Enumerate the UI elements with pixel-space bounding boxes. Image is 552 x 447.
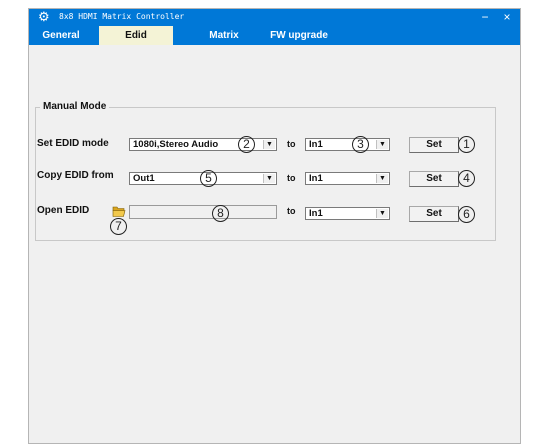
tab-fw-upgrade[interactable]: FW upgrade	[261, 26, 337, 45]
to-label: to	[287, 173, 296, 183]
copy-edid-source-value: Out1	[133, 173, 155, 184]
chevron-down-icon[interactable]: ▼	[263, 140, 275, 149]
edid-file-path-field[interactable]	[129, 205, 277, 219]
set-edid-target-value: In1	[309, 139, 323, 150]
callout-5: 5	[200, 170, 217, 187]
chevron-down-icon[interactable]: ▼	[376, 174, 388, 183]
callout-3: 3	[352, 136, 369, 153]
callout-1: 1	[458, 136, 475, 153]
folder-open-icon[interactable]	[112, 205, 126, 217]
chevron-down-icon[interactable]: ▼	[376, 140, 388, 149]
callout-2: 2	[238, 136, 255, 153]
copy-edid-set-button[interactable]: Set	[409, 171, 459, 187]
callout-4: 4	[458, 170, 475, 187]
open-edid-label: Open EDID	[37, 205, 90, 216]
callout-6: 6	[458, 206, 475, 223]
set-edid-mode-button[interactable]: Set	[409, 137, 459, 153]
copy-edid-target-value: In1	[309, 173, 323, 184]
gear-icon: ⚙	[38, 9, 50, 24]
chevron-down-icon[interactable]: ▼	[263, 174, 275, 183]
tab-bar: General Edid Matrix FW upgrade	[29, 26, 520, 45]
tab-matrix[interactable]: Matrix	[201, 26, 247, 45]
copy-edid-target-select[interactable]: In1 ▼	[305, 172, 390, 185]
to-label: to	[287, 206, 296, 216]
minimize-button[interactable]: −	[475, 9, 495, 26]
open-edid-target-select[interactable]: In1 ▼	[305, 207, 390, 220]
tab-edid[interactable]: Edid	[99, 26, 173, 45]
set-edid-mode-label: Set EDID mode	[37, 138, 109, 149]
window-title: 8x8 HDMI Matrix Controller	[59, 12, 185, 21]
manual-mode-title: Manual Mode	[40, 101, 110, 112]
callout-7: 7	[110, 218, 127, 235]
chevron-down-icon[interactable]: ▼	[376, 209, 388, 218]
close-button[interactable]: ×	[497, 9, 517, 26]
open-edid-target-value: In1	[309, 208, 323, 219]
app-window: ⚙ 8x8 HDMI Matrix Controller − × General…	[28, 8, 521, 444]
to-label: to	[287, 139, 296, 149]
set-edid-target-select[interactable]: In1 ▼	[305, 138, 390, 151]
edid-mode-value: 1080i,Stereo Audio	[133, 139, 219, 150]
callout-8: 8	[212, 205, 229, 222]
tab-general[interactable]: General	[33, 26, 89, 45]
title-bar: ⚙ 8x8 HDMI Matrix Controller − ×	[29, 9, 520, 26]
copy-edid-from-label: Copy EDID from	[37, 170, 114, 181]
open-edid-set-button[interactable]: Set	[409, 206, 459, 222]
